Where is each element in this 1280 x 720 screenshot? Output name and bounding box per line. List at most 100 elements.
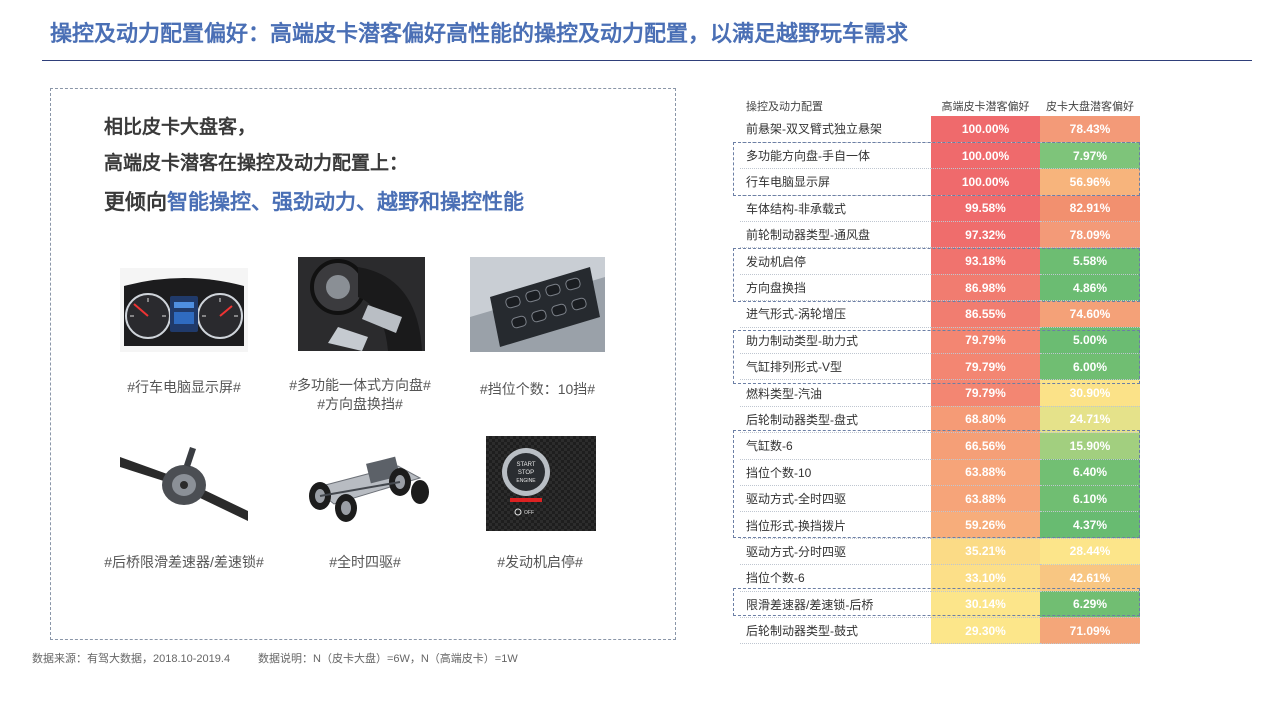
table-row: 进气形式-涡轮增压 86.55% 74.60% (740, 300, 1140, 328)
overall-value-cell: 7.97% (1040, 142, 1140, 170)
dashboard-image (120, 268, 248, 352)
config-name-cell: 挡位个数-6 (740, 564, 931, 592)
engine-label: ENGINE (516, 478, 536, 484)
premium-value-cell: 100.00% (931, 142, 1040, 170)
premium-value-cell: 79.79% (931, 379, 1040, 407)
premium-value-cell: 100.00% (931, 116, 1040, 143)
axle-caption: #后桥限滑差速器/差速锁# (104, 554, 264, 570)
overall-value-cell: 71.09% (1040, 617, 1140, 645)
premium-value-cell: 93.18% (931, 247, 1040, 275)
config-name-cell: 进气形式-涡轮增压 (740, 300, 931, 328)
overall-value-cell: 6.00% (1040, 353, 1140, 381)
overall-value-cell: 78.09% (1040, 221, 1140, 249)
table-row: 前轮制动器类型-通风盘 97.32% 78.09% (740, 221, 1140, 249)
config-preference-table: 操控及动力配置 高端皮卡潜客偏好 皮卡大盘潜客偏好 前悬架-双叉臂式独立悬架 10… (740, 96, 1140, 645)
overall-value-cell: 4.86% (1040, 274, 1140, 302)
insight-highlight: 智能操控、强劲动力、越野和操控性能 (167, 191, 524, 214)
table-row: 燃料类型-汽油 79.79% 30.90% (740, 379, 1140, 407)
overall-value-cell: 42.61% (1040, 564, 1140, 592)
premium-value-cell: 35.21% (931, 538, 1040, 566)
insight-line-3: 更倾向智能操控、强劲动力、越野和操控性能 (104, 186, 524, 216)
overall-value-cell: 5.58% (1040, 247, 1140, 275)
overall-value-cell: 6.10% (1040, 485, 1140, 513)
start-stop-button-image: START STOP ENGINE OFF (486, 436, 596, 531)
config-name-cell: 后轮制动器类型-鼓式 (740, 617, 931, 645)
premium-value-cell: 68.80% (931, 406, 1040, 434)
insight-line-2: 高端皮卡潜客在操控及动力配置上： (104, 153, 409, 174)
premium-value-cell: 63.88% (931, 485, 1040, 513)
table-row: 挡位个数-10 63.88% 6.40% (740, 459, 1140, 486)
premium-value-cell: 63.88% (931, 459, 1040, 486)
table-row: 多功能方向盘-手自一体 100.00% 7.97% (740, 142, 1140, 170)
title-divider (42, 60, 1252, 61)
config-name-cell: 发动机启停 (740, 247, 931, 275)
premium-value-cell: 30.14% (931, 591, 1040, 618)
config-name-cell: 限滑差速器/差速锁-后桥 (740, 591, 931, 618)
stop-label: STOP (518, 470, 534, 476)
overall-value-cell: 6.29% (1040, 591, 1140, 618)
config-name-cell: 后轮制动器类型-盘式 (740, 406, 931, 434)
table-row: 气缸数-6 66.56% 15.90% (740, 432, 1140, 460)
table-row: 后轮制动器类型-盘式 68.80% 24.71% (740, 406, 1140, 434)
table-row: 驱动方式-分时四驱 35.21% 28.44% (740, 538, 1140, 566)
overall-value-cell: 6.40% (1040, 459, 1140, 486)
config-name-cell: 前悬架-双叉臂式独立悬架 (740, 116, 931, 143)
chassis-caption: #全时四驱# (329, 554, 401, 570)
overall-value-cell: 74.60% (1040, 300, 1140, 328)
steering-caption-2: #方向盘换挡# (317, 396, 403, 412)
table-row: 助力制动类型-助力式 79.79% 5.00% (740, 327, 1140, 355)
config-name-cell: 驱动方式-分时四驱 (740, 538, 931, 566)
premium-value-cell: 100.00% (931, 168, 1040, 196)
config-name-cell: 驱动方式-全时四驱 (740, 485, 931, 513)
premium-value-cell: 59.26% (931, 511, 1040, 539)
premium-value-cell: 33.10% (931, 564, 1040, 592)
steering-wheel-image (298, 257, 425, 351)
table-row: 挡位形式-换挡拨片 59.26% 4.37% (740, 511, 1140, 539)
table-row: 挡位个数-6 33.10% 42.61% (740, 564, 1140, 592)
table-row: 后轮制动器类型-鼓式 29.30% 71.09% (740, 617, 1140, 645)
header-premium: 高端皮卡潜客偏好 (941, 101, 1030, 113)
config-name-cell: 方向盘换挡 (740, 274, 931, 302)
overall-value-cell: 78.43% (1040, 116, 1140, 143)
overall-value-cell: 24.71% (1040, 406, 1140, 434)
premium-value-cell: 86.55% (931, 300, 1040, 328)
config-name-cell: 挡位个数-10 (740, 459, 931, 486)
data-source-note: 数据来源：有驾大数据，2018.10-2019.4 (32, 653, 231, 665)
header-overall: 皮卡大盘潜客偏好 (1046, 101, 1134, 113)
table-row: 车体结构-非承载式 99.58% 82.91% (740, 195, 1140, 223)
config-name-cell: 气缸排列形式-V型 (740, 353, 931, 381)
table-row: 限滑差速器/差速锁-后桥 30.14% 6.29% (740, 591, 1140, 618)
config-name-cell: 助力制动类型-助力式 (740, 327, 931, 355)
overall-value-cell: 30.90% (1040, 379, 1140, 407)
table-row: 方向盘换挡 86.98% 4.86% (740, 274, 1140, 302)
header-config: 操控及动力配置 (746, 101, 823, 113)
page-title: 操控及动力配置偏好：高端皮卡潜客偏好高性能的操控及动力配置，以满足越野玩车需求 (50, 21, 909, 46)
overall-value-cell: 56.96% (1040, 168, 1140, 196)
config-name-cell: 挡位形式-换挡拨片 (740, 511, 931, 539)
config-name-cell: 燃料类型-汽油 (740, 379, 931, 407)
off-label: OFF (524, 510, 534, 516)
start-label: START (516, 462, 535, 468)
start-stop-caption: #发动机启停# (497, 554, 583, 570)
overall-value-cell: 15.90% (1040, 432, 1140, 460)
premium-value-cell: 79.79% (931, 353, 1040, 381)
premium-value-cell: 79.79% (931, 327, 1040, 355)
premium-value-cell: 99.58% (931, 195, 1040, 223)
data-sample-note: 数据说明：N（皮卡大盘）=6W，N（高端皮卡）=1W (258, 653, 518, 665)
button-panel-image (470, 257, 605, 352)
config-name-cell: 前轮制动器类型-通风盘 (740, 221, 931, 249)
table-row: 行车电脑显示屏 100.00% 56.96% (740, 168, 1140, 196)
config-name-cell: 气缸数-6 (740, 432, 931, 460)
premium-value-cell: 29.30% (931, 617, 1040, 645)
premium-value-cell: 66.56% (931, 432, 1040, 460)
buttons-caption: #挡位个数：10挡# (479, 381, 596, 397)
overall-value-cell: 82.91% (1040, 195, 1140, 223)
insight-line-1: 相比皮卡大盘客， (104, 117, 257, 138)
overall-value-cell: 28.44% (1040, 538, 1140, 566)
table-row: 气缸排列形式-V型 79.79% 6.00% (740, 353, 1140, 381)
axle-differential-image (120, 437, 248, 527)
insight-line-3-prefix: 更倾向 (104, 191, 167, 214)
overall-value-cell: 4.37% (1040, 511, 1140, 539)
table-row: 发动机启停 93.18% 5.58% (740, 247, 1140, 275)
config-name-cell: 行车电脑显示屏 (740, 168, 931, 196)
